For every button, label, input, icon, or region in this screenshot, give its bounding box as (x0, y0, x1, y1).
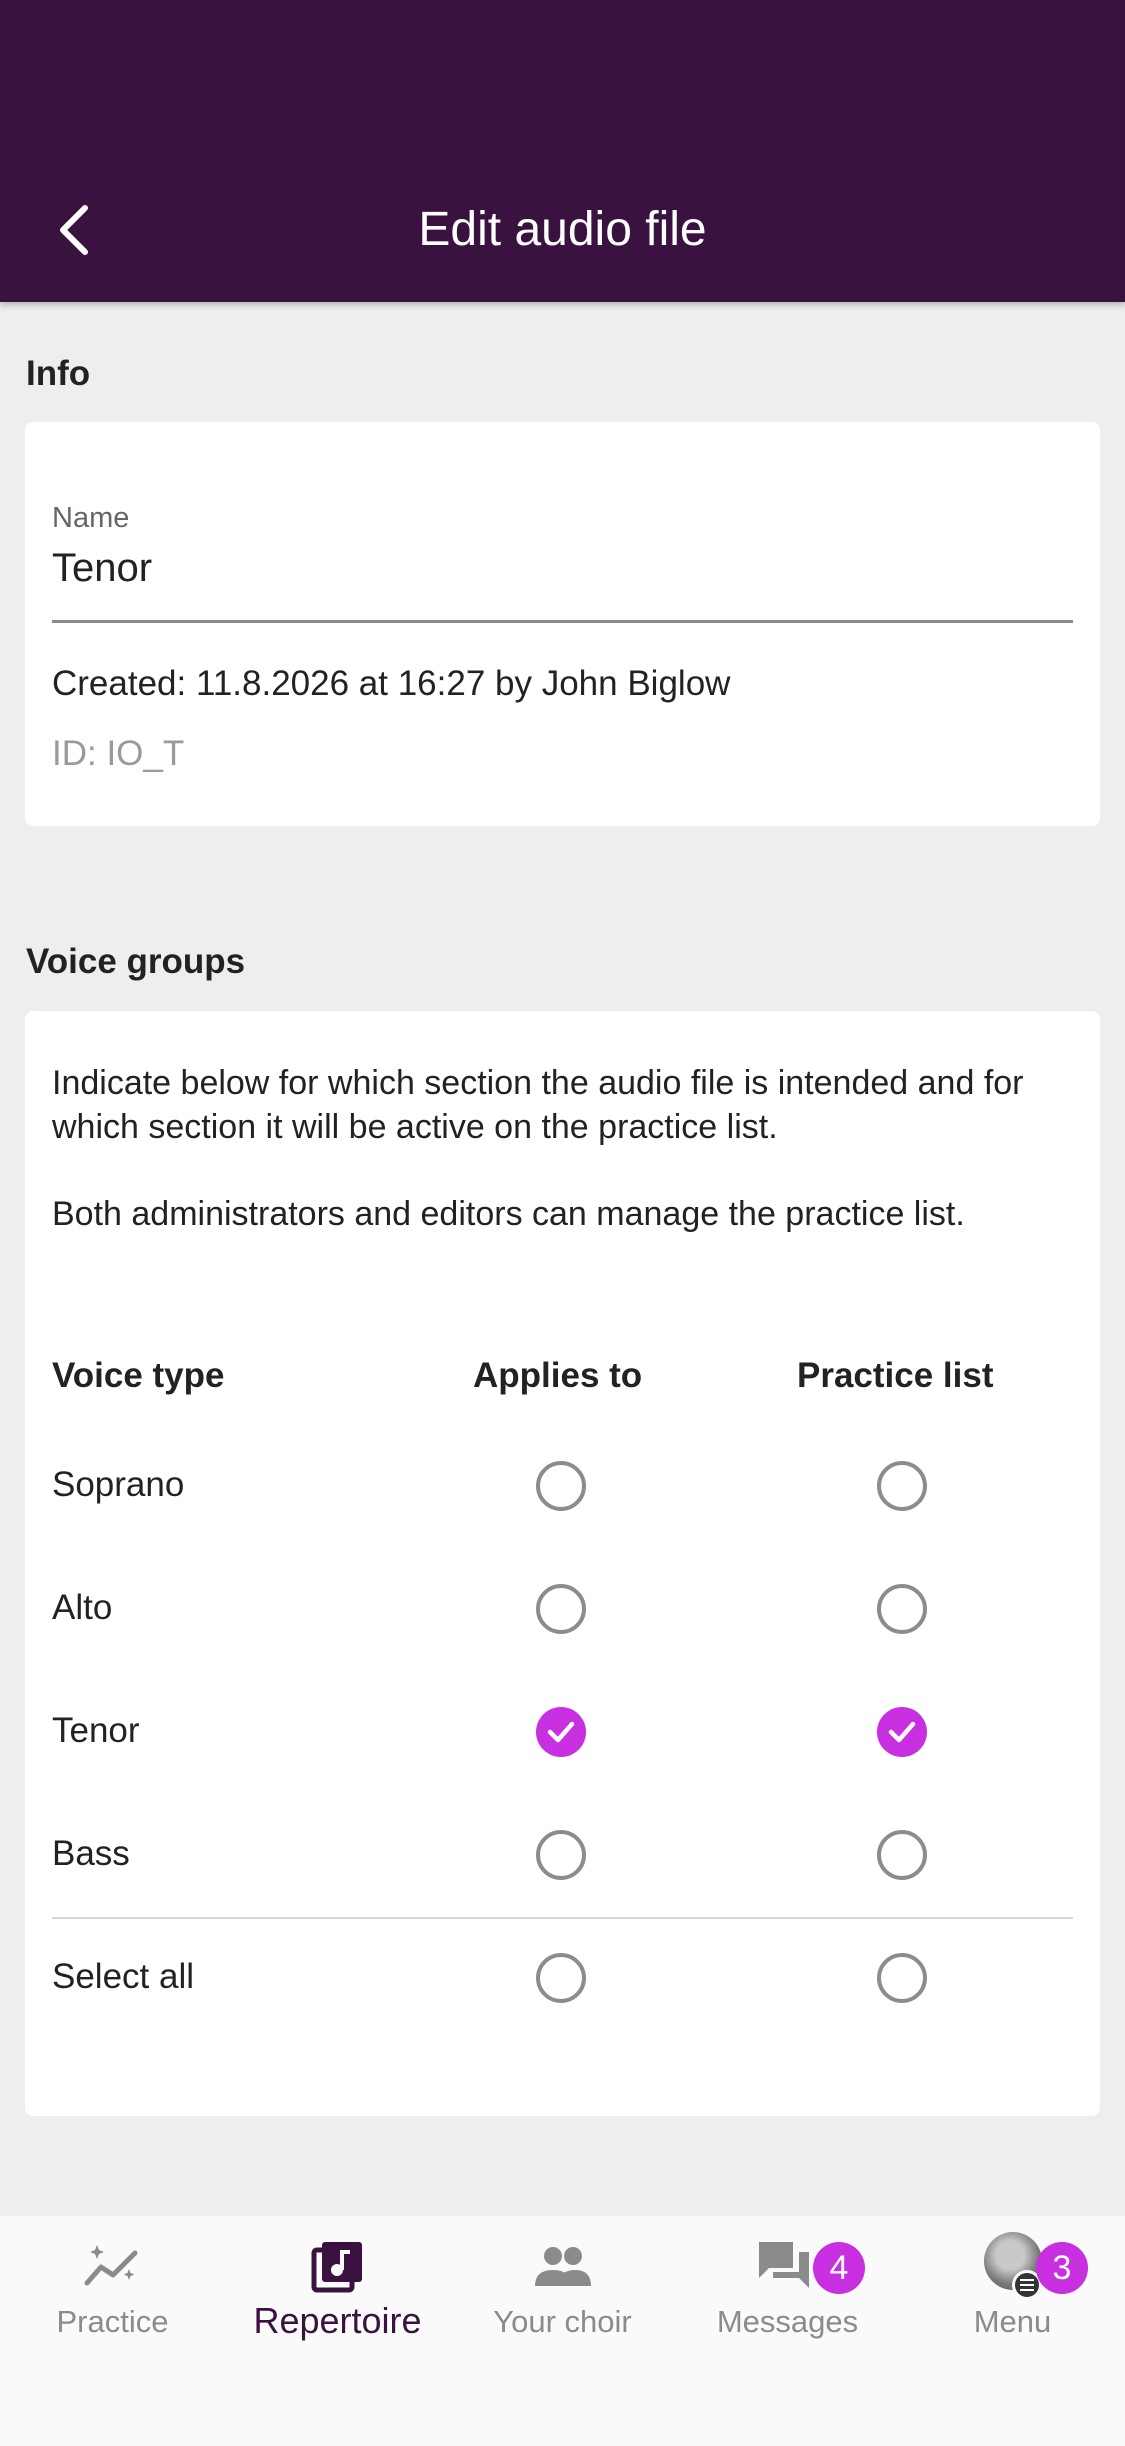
select-all-divider (52, 1917, 1073, 1919)
bass-applies-radio[interactable] (536, 1830, 586, 1880)
info-heading: Info (26, 354, 91, 393)
soprano-practice-radio[interactable] (877, 1461, 927, 1511)
id-info: ID: IO_T (52, 734, 185, 773)
tab-your-choir-label: Your choir (493, 2304, 632, 2339)
tab-practice-label: Practice (56, 2304, 169, 2339)
tenor-practice-radio[interactable] (877, 1707, 927, 1757)
soprano-applies-radio[interactable] (536, 1461, 586, 1511)
column-practice-list: Practice list (797, 1356, 994, 1395)
name-field[interactable]: Tenor (52, 546, 152, 591)
voice-groups-heading: Voice groups (26, 942, 246, 981)
column-voice-type: Voice type (52, 1356, 225, 1395)
tab-menu[interactable]: 3 Menu (900, 2216, 1125, 2356)
voice-groups-description: Indicate below for which section the aud… (52, 1064, 1024, 1146)
select-all-applies-radio[interactable] (536, 1953, 586, 2003)
row-label-alto: Alto (52, 1588, 113, 1627)
column-applies-to: Applies to (473, 1356, 643, 1395)
created-info: Created: 11.8.2026 at 16:27 by John Bigl… (52, 664, 731, 703)
row-label-select-all: Select all (52, 1957, 195, 1996)
tab-practice[interactable]: Practice (0, 2216, 225, 2356)
people-icon (533, 2238, 593, 2294)
bottom-tab-bar: Practice Repertoire Your choir 4 Message… (0, 2216, 1125, 2446)
app-bar: Edit audio file (0, 0, 1125, 302)
music-library-icon (308, 2238, 368, 2294)
voice-groups-card: Indicate below for which section the aud… (25, 1011, 1100, 2116)
menu-badge: 3 (1036, 2242, 1088, 2294)
alto-practice-radio[interactable] (877, 1584, 927, 1634)
check-icon (547, 1721, 575, 1743)
voice-groups-permissions-note: Both administrators and editors can mana… (52, 1195, 965, 1233)
tab-messages-label: Messages (716, 2304, 859, 2339)
chat-bubbles-icon (755, 2238, 815, 2294)
row-label-bass: Bass (52, 1834, 130, 1873)
tab-menu-label: Menu (973, 2304, 1052, 2339)
row-label-tenor: Tenor (52, 1711, 140, 1750)
tab-repertoire[interactable]: Repertoire (225, 2216, 450, 2356)
trending-sparkle-icon (83, 2238, 143, 2294)
page-title: Edit audio file (418, 203, 707, 256)
select-all-practice-radio[interactable] (877, 1953, 927, 2003)
name-field-label: Name (52, 502, 130, 534)
info-card: Name Tenor Created: 11.8.2026 at 16:27 b… (25, 422, 1100, 826)
alto-applies-radio[interactable] (536, 1584, 586, 1634)
tab-repertoire-label: Repertoire (253, 2300, 422, 2341)
check-icon (888, 1721, 916, 1743)
name-field-underline (52, 620, 1073, 623)
tab-your-choir[interactable]: Your choir (450, 2216, 675, 2356)
row-label-soprano: Soprano (52, 1465, 185, 1504)
tab-messages[interactable]: 4 Messages (675, 2216, 900, 2356)
messages-badge: 4 (813, 2242, 865, 2294)
bass-practice-radio[interactable] (877, 1830, 927, 1880)
tenor-applies-radio[interactable] (536, 1707, 586, 1757)
